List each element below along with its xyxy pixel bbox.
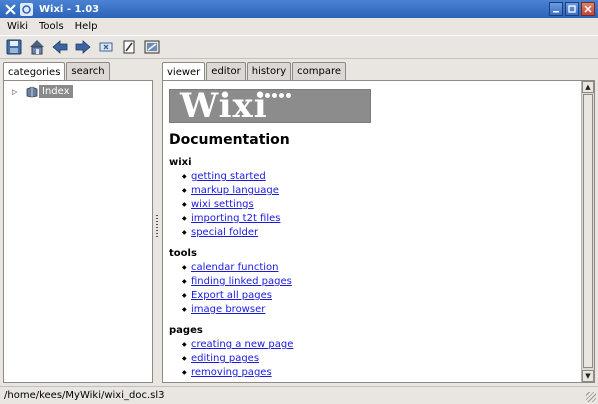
window-controls xyxy=(549,2,595,16)
list-item: markup language xyxy=(169,184,280,198)
scroll-thumb[interactable] xyxy=(583,94,593,368)
home-button[interactable] xyxy=(27,37,47,57)
pane-splitter[interactable] xyxy=(155,80,160,383)
menu-help[interactable]: Help xyxy=(71,21,102,32)
document-view: Wixi Documentation wixi getting started … xyxy=(163,81,581,382)
list-item: editing pages xyxy=(169,352,293,366)
viewer-pane: Wixi Documentation wixi getting started … xyxy=(162,80,595,383)
link-editing-pages[interactable]: editing pages xyxy=(191,353,259,364)
section-title: tools xyxy=(169,248,197,259)
forward-button[interactable] xyxy=(73,37,93,57)
status-path: /home/kees/MyWiki/wixi_doc.sl3 xyxy=(4,390,165,401)
scroll-down-button[interactable]: ▼ xyxy=(582,370,594,382)
back-icon xyxy=(52,40,68,54)
list-item: getting started xyxy=(169,170,280,184)
tab-history[interactable]: history xyxy=(246,62,292,80)
menu-help-label: Help xyxy=(74,20,98,32)
edit-icon xyxy=(123,40,135,54)
link-image-browser[interactable]: image browser xyxy=(191,304,265,315)
menu-bar: Wiki Tools Help xyxy=(0,18,598,34)
list-item: wixi settings xyxy=(169,198,280,212)
link-special-folder[interactable]: special folder xyxy=(191,227,258,238)
link-removing-pages[interactable]: removing pages xyxy=(191,367,272,378)
menu-tools[interactable]: Tools xyxy=(35,21,68,32)
wixi-logo: Wixi xyxy=(169,86,371,126)
tree-item-index[interactable]: ▷ Index xyxy=(12,85,73,98)
right-tabbar: viewer editor history compare xyxy=(162,62,347,81)
link-importing-t2t[interactable]: importing t2t files xyxy=(191,213,280,224)
menu-wiki-label: Wiki xyxy=(7,20,29,32)
link-list: creating a new page editing pages removi… xyxy=(169,338,293,380)
list-item: finding linked pages xyxy=(169,275,292,289)
edit-button[interactable] xyxy=(119,37,139,57)
link-markup-language[interactable]: markup language xyxy=(191,185,279,196)
section-pages: pages creating a new page editing pages … xyxy=(169,324,293,380)
home-icon xyxy=(30,40,44,55)
status-bar: /home/kees/MyWiki/wixi_doc.sl3 xyxy=(0,386,598,404)
app-icon xyxy=(20,2,33,16)
tab-categories[interactable]: categories xyxy=(3,62,66,81)
forward-icon xyxy=(75,40,91,54)
menu-wiki[interactable]: Wiki xyxy=(3,21,32,32)
section-title: wixi xyxy=(169,157,192,168)
tab-compare[interactable]: compare xyxy=(292,62,347,80)
save-icon xyxy=(6,39,22,55)
expand-icon[interactable]: ▷ xyxy=(12,87,22,97)
book-icon xyxy=(26,86,38,97)
stop-button[interactable] xyxy=(96,37,116,57)
link-calendar-function[interactable]: calendar function xyxy=(191,262,279,273)
logo-text: Wixi xyxy=(180,86,268,126)
menu-tools-label: Tools xyxy=(39,20,64,32)
vertical-scrollbar[interactable]: ▲ ▼ xyxy=(581,81,594,382)
close-button[interactable] xyxy=(581,2,595,16)
window-menu-icon[interactable] xyxy=(3,2,17,16)
link-getting-started[interactable]: getting started xyxy=(191,171,266,182)
save-button[interactable] xyxy=(4,37,24,57)
title-bar[interactable]: Wixi - 1.03 xyxy=(0,0,598,18)
maximize-button[interactable] xyxy=(565,2,579,16)
list-item: special folder xyxy=(169,226,280,240)
settings-icon xyxy=(144,40,160,54)
link-finding-linked-pages[interactable]: finding linked pages xyxy=(191,276,292,287)
tab-editor[interactable]: editor xyxy=(206,62,246,80)
link-wixi-settings[interactable]: wixi settings xyxy=(191,199,254,210)
list-item: Export all pages xyxy=(169,289,292,303)
list-item: removing pages xyxy=(169,366,293,380)
back-button[interactable] xyxy=(50,37,70,57)
link-list: calendar function finding linked pages E… xyxy=(169,261,292,317)
document-title: Documentation xyxy=(169,132,290,148)
settings-button[interactable] xyxy=(142,37,162,57)
link-list: getting started markup language wixi set… xyxy=(169,170,280,240)
tab-search[interactable]: search xyxy=(66,62,110,80)
link-export-all-pages[interactable]: Export all pages xyxy=(191,290,272,301)
app-window: Wixi - 1.03 Wiki Tools Help categories s… xyxy=(0,0,598,404)
category-tree[interactable]: ▷ Index xyxy=(3,80,153,383)
list-item: importing t2t files xyxy=(169,212,280,226)
logo-dots xyxy=(258,93,291,98)
section-wixi: wixi getting started markup language wix… xyxy=(169,156,280,240)
left-tabbar: categories search xyxy=(3,62,111,81)
list-item: creating a new page xyxy=(169,338,293,352)
splitter-grip[interactable] xyxy=(156,215,158,239)
section-title: pages xyxy=(169,325,203,336)
section-tools: tools calendar function finding linked p… xyxy=(169,247,292,317)
stop-icon xyxy=(99,42,113,52)
list-item: calendar function xyxy=(169,261,292,275)
toolbar xyxy=(0,35,598,59)
tab-viewer[interactable]: viewer xyxy=(162,62,206,81)
link-creating-new-page[interactable]: creating a new page xyxy=(191,339,293,350)
tree-item-label: Index xyxy=(39,85,73,98)
resize-grip[interactable] xyxy=(586,392,596,402)
list-item: image browser xyxy=(169,303,292,317)
window-title: Wixi - 1.03 xyxy=(39,3,100,15)
scroll-up-button[interactable]: ▲ xyxy=(582,81,594,93)
minimize-button[interactable] xyxy=(549,2,563,16)
